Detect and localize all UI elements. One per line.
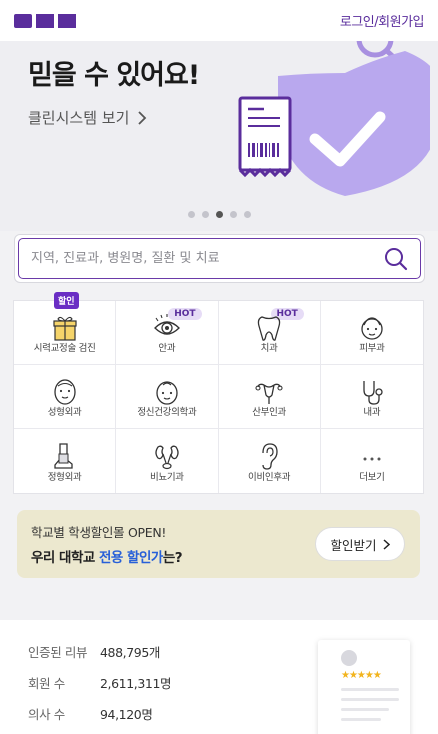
search-box [18,238,421,279]
carousel-dot[interactable] [229,211,237,218]
logo-block-c2 [58,13,76,28]
shield-receipt-illustration [238,41,430,196]
promo-line2-prefix: 우리 대학교 [31,550,99,566]
uterus-icon [255,383,283,404]
student-discount-banner[interactable]: 학교별 학생할인몰 OPEN! 우리 대학교 전용 할인가는? 할인받기 [17,510,420,578]
category-urology[interactable]: 비뇨기과 [116,429,219,493]
category-plastic-surgery[interactable]: 성형외과 [14,365,117,429]
category-internal-medicine[interactable]: 내과 [320,365,423,429]
get-discount-label: 할인받기 [330,537,377,553]
more-dots-icon [363,457,381,461]
stat-label: 회원 수 [28,676,65,691]
tooth-icon [257,316,281,341]
kidney-icon [155,445,179,470]
carousel-dot[interactable] [187,211,195,218]
category-label: 더보기 [359,472,385,483]
search-input[interactable] [31,251,384,266]
gift-box-icon [53,316,77,341]
stats-section: 인증된 리뷰 488,795개 회원 수 2,611,311명 의사 수 94,… [0,620,438,734]
login-signup-link[interactable]: 로그인/회원가입 [340,11,425,30]
clean-system-link[interactable]: 클린시스템 보기 [28,107,147,128]
text-line-placeholder [341,718,381,721]
chevron-right-icon [382,538,390,550]
text-line-placeholder [341,698,399,701]
mind-face-icon [156,381,178,405]
category-label: 이비인후과 [248,472,291,483]
sale-badge: 할인 [54,292,79,309]
search-container [14,234,425,283]
chevron-right-icon [138,110,147,125]
stethoscope-icon [363,381,383,405]
stat-value: 94,120명 [100,707,153,722]
promo-line2-suffix: 는? [162,550,183,566]
category-dermatology[interactable]: 피부과 [320,301,423,365]
category-label: 정형외과 [47,472,82,483]
category-dentistry[interactable]: HOT 치과 [218,301,321,365]
cast-leg-icon [53,443,73,469]
rating-stars: ★★★★★ [341,670,382,681]
carousel-dots [0,211,438,218]
category-obgyn[interactable]: 산부인과 [218,365,321,429]
review-card-illustration: ★★★★★ [318,640,410,734]
ear-icon [262,443,278,470]
category-orthopedics[interactable]: 정형외과 [14,429,117,493]
search-icon[interactable] [384,247,408,271]
logo-block-c1 [36,13,54,28]
stat-label: 인증된 리뷰 [28,645,88,660]
department-grid: 할인 시력교정술 검진 HOT 안과 HOT 치과 피부과 성형외과 정신건강의… [13,292,424,494]
hero-title: 믿을 수 있어요! [28,60,200,91]
category-ent[interactable]: 이비인후과 [219,429,321,493]
text-line-placeholder [341,688,399,691]
stat-value: 2,611,311명 [100,676,172,691]
clean-system-link-label: 클린시스템 보기 [28,109,130,127]
get-discount-button[interactable]: 할인받기 [315,527,405,561]
category-vision-correction[interactable]: 할인 시력교정술 검진 [14,292,117,365]
top-header: 로그인/회원가입 [0,0,438,41]
category-ophthalmology[interactable]: HOT 안과 [116,301,219,365]
eye-icon [153,314,180,335]
category-label: 비뇨기과 [149,472,184,483]
occ-logo[interactable] [14,13,76,28]
text-line-placeholder [341,708,389,711]
logo-block-o [14,13,32,28]
stat-value: 488,795개 [100,645,160,660]
avatar [341,650,357,666]
carousel-dot-active[interactable] [215,211,223,218]
face-skin-icon [361,317,383,340]
face-icon [53,379,76,405]
carousel-dot[interactable] [243,211,251,218]
hero-banner[interactable]: 믿을 수 있어요! 클린시스템 보기 [0,41,438,231]
carousel-dot[interactable] [201,211,209,218]
category-more[interactable]: 더보기 [321,429,423,493]
category-psychiatry[interactable]: 정신건강의학과 [116,365,219,429]
promo-highlight: 전용 할인가 [99,550,163,566]
stat-label: 의사 수 [28,707,65,722]
